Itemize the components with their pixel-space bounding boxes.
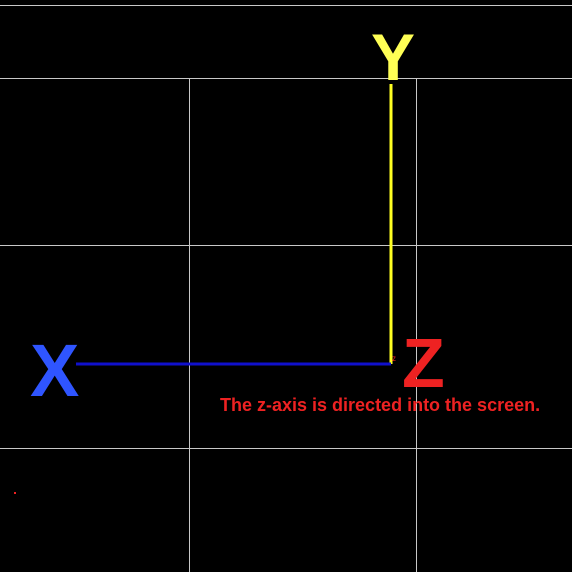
z-axis-note: The z-axis is directed into the screen. (220, 395, 541, 415)
axes-diagram (0, 5, 572, 572)
x-axis-label: X (30, 329, 80, 412)
origin-z-marker: z (392, 354, 396, 363)
z-axis-label: Z (402, 324, 445, 402)
diagram-viewport: Y X Z z The z-axis is directed into the … (0, 0, 572, 572)
stray-dot (14, 492, 16, 494)
y-axis-label: Y (371, 20, 416, 94)
